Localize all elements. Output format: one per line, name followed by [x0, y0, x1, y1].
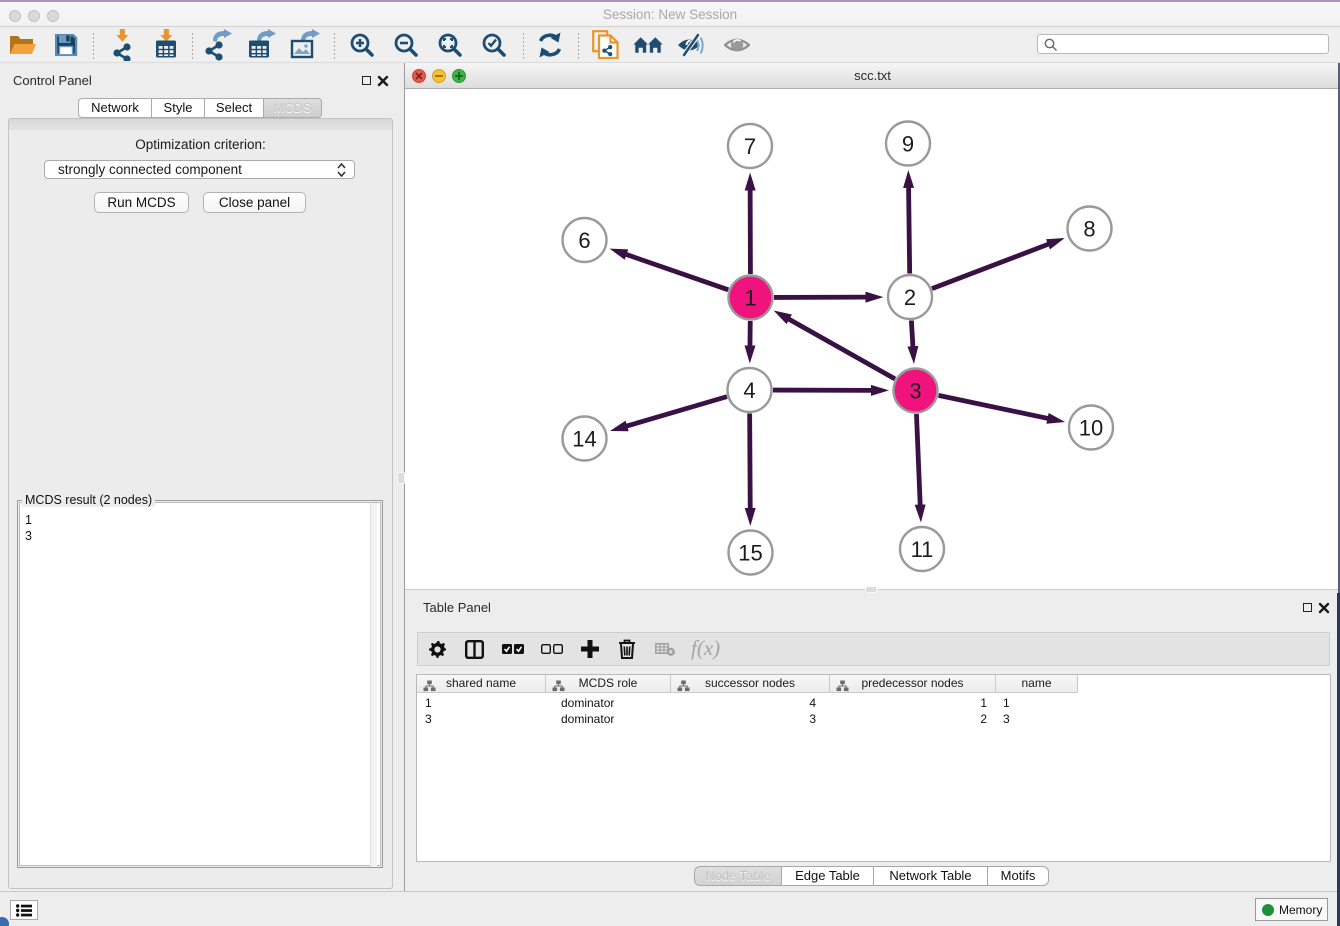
svg-text:7: 7 [744, 134, 756, 159]
svg-text:11: 11 [911, 537, 934, 562]
svg-text:1: 1 [744, 286, 756, 311]
svg-text:15: 15 [738, 541, 762, 566]
svg-text:10: 10 [1079, 416, 1103, 441]
svg-text:3: 3 [909, 379, 921, 404]
svg-text:6: 6 [578, 228, 590, 253]
svg-text:4: 4 [743, 378, 755, 403]
svg-text:9: 9 [902, 132, 914, 157]
svg-text:2: 2 [904, 285, 916, 310]
svg-text:8: 8 [1083, 217, 1095, 242]
svg-text:14: 14 [572, 427, 596, 452]
